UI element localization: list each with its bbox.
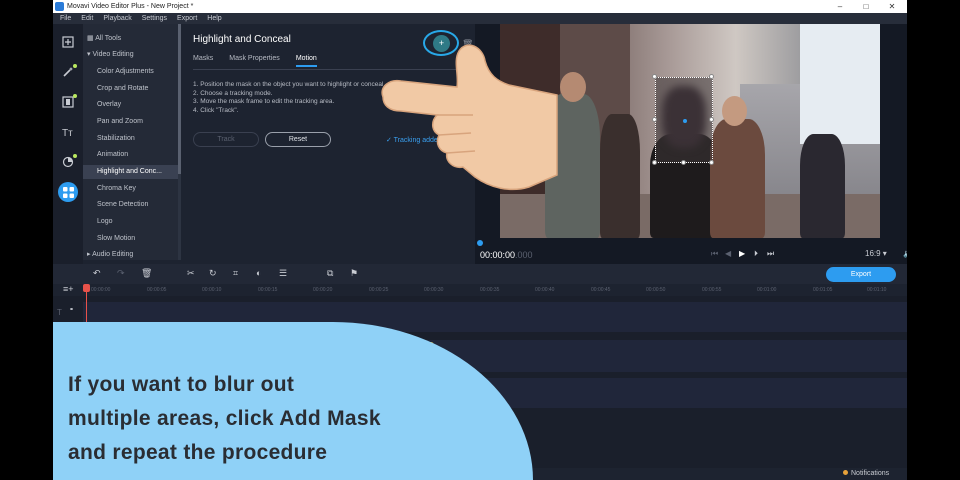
step-back-icon[interactable]: ◀ (725, 249, 731, 258)
player-controls: 00:00:00.000 ⏮ ◀ ▶ ⏵ ⏭ 16:9 ▾ 🔈 📷 ⋮ (475, 238, 907, 264)
mask-frame[interactable] (655, 77, 713, 163)
mask-resize-handle[interactable] (709, 74, 714, 79)
cut-icon[interactable]: ✂ (187, 268, 195, 279)
tool-item-logo[interactable]: Logo (83, 215, 179, 229)
video-editing-group[interactable]: ▾ Video Editing (83, 48, 179, 62)
window-title: Movavi Video Editor Plus - New Project * (67, 3, 194, 10)
play-icon[interactable]: ▶ (739, 249, 745, 258)
tab-masks[interactable]: Masks (193, 55, 213, 67)
grid-icon: ▦ (87, 35, 96, 42)
menu-playback[interactable]: Playback (103, 15, 131, 22)
import-icon[interactable] (58, 32, 78, 52)
text-track-icon: T (57, 308, 62, 317)
maximize-button[interactable]: □ (856, 0, 876, 13)
tool-strip: Tт (53, 24, 83, 264)
skip-start-icon[interactable]: ⏮ (711, 249, 718, 259)
mask-resize-handle[interactable] (709, 117, 714, 122)
mask-resize-handle[interactable] (652, 117, 657, 122)
menu-edit[interactable]: Edit (81, 15, 93, 22)
undo-icon[interactable]: ↶ (93, 268, 101, 279)
panel-tabs: Masks Mask Properties Motion (193, 55, 317, 67)
step-2: 2. Choose a tracking mode. (193, 89, 273, 97)
stickers-icon[interactable] (58, 152, 78, 172)
new-badge-icon (73, 64, 77, 68)
volume-icon[interactable]: 🔈 (903, 249, 907, 258)
tool-item-animation[interactable]: Animation (83, 148, 179, 162)
link-icon[interactable]: ⚭ (69, 306, 74, 313)
menu-export[interactable]: Export (177, 15, 197, 22)
caption-line: If you want to blur out (68, 373, 295, 396)
tools-scrollbar[interactable] (178, 24, 181, 260)
add-track-icon[interactable]: ≡+ (63, 284, 74, 294)
tool-item-highlight-and-conceal[interactable]: Highlight and Conc... (83, 165, 179, 179)
svg-text:Tт: Tт (62, 128, 73, 138)
app-logo-icon (55, 2, 64, 11)
tool-item-slow-motion[interactable]: Slow Motion (83, 232, 179, 246)
rotate-icon[interactable]: ↻ (209, 268, 217, 279)
tool-item-pan-and-zoom[interactable]: Pan and Zoom (83, 115, 179, 129)
aspect-ratio-select[interactable]: 16:9 ▾ (865, 249, 887, 258)
reset-button[interactable]: Reset (265, 132, 331, 147)
tool-item-color-adjustments[interactable]: Color Adjustments (83, 65, 179, 79)
clip-properties-icon[interactable]: ☰ (279, 268, 287, 279)
tool-item-crop-and-rotate[interactable]: Crop and Rotate (83, 82, 179, 96)
tools-list: ▦ All Tools ▾ Video Editing Color Adjust… (83, 24, 181, 260)
step-3: 3. Move the mask frame to edit the track… (193, 98, 335, 106)
titles-icon[interactable]: Tт (58, 122, 78, 142)
more-tools-icon[interactable] (58, 182, 78, 202)
caption-line: multiple areas, click Add Mask (68, 407, 381, 430)
redo-icon[interactable]: ↷ (117, 268, 125, 279)
notifications-button[interactable]: Notifications (843, 468, 889, 480)
instructions: 1. Position the mask on the object you w… (193, 81, 385, 115)
menu-bar: File Edit Playback Settings Export Help (53, 13, 907, 24)
panel-title: Highlight and Conceal (193, 34, 291, 45)
timeline-toolbar: ↶ ↷ 🗑 ✂ ↻ ⌗ ◐ ☰ ⧉ ⚑ (53, 264, 907, 284)
tool-item-stabilization[interactable]: Stabilization (83, 132, 179, 146)
crop-icon[interactable]: ⌗ (233, 268, 238, 279)
playhead[interactable] (86, 284, 87, 326)
mask-resize-handle[interactable] (652, 160, 657, 165)
tutorial-caption: If you want to blur out multiple areas, … (68, 368, 381, 470)
color-icon[interactable]: ◐ (256, 268, 261, 278)
all-tools-item[interactable]: ▦ All Tools (83, 32, 179, 46)
step-4: 4. Click "Track". (193, 106, 239, 114)
tab-motion[interactable]: Motion (295, 55, 317, 67)
caption-line: and repeat the procedure (68, 441, 328, 464)
pointing-hand-icon (381, 44, 558, 191)
tool-item-scene-detection[interactable]: Scene Detection (83, 198, 179, 212)
export-button[interactable]: Export (826, 267, 896, 282)
blurred-region (662, 86, 706, 148)
track-button[interactable]: Track (193, 132, 259, 147)
delete-icon[interactable]: 🗑 (141, 268, 152, 279)
close-button[interactable]: ✕ (882, 0, 902, 13)
menu-help[interactable]: Help (207, 15, 221, 22)
menu-settings[interactable]: Settings (142, 15, 167, 22)
notification-dot-icon (843, 470, 848, 475)
timeline-ruler: ≡+ 00:00:00 00:00:05 00:00:10 00:00:15 0… (53, 284, 907, 296)
new-badge-icon (73, 94, 77, 98)
transitions-icon[interactable] (58, 92, 78, 112)
menu-file[interactable]: File (60, 15, 71, 22)
mask-resize-handle[interactable] (681, 160, 686, 165)
marker-icon[interactable]: ⚑ (350, 268, 358, 279)
step-1: 1. Position the mask on the object you w… (193, 81, 386, 88)
timecode: 00:00:00.000 (480, 250, 533, 260)
mask-center-handle[interactable] (683, 119, 687, 123)
audio-editing-group[interactable]: ▸ Audio Editing (83, 248, 179, 262)
minimize-button[interactable]: – (830, 0, 850, 13)
tool-item-overlay[interactable]: Overlay (83, 98, 179, 112)
title-bar: Movavi Video Editor Plus - New Project *… (53, 0, 907, 13)
mask-resize-handle[interactable] (709, 160, 714, 165)
overlay-icon[interactable]: ⧉ (327, 268, 333, 279)
magic-wand-icon[interactable] (58, 62, 78, 82)
tab-mask-properties[interactable]: Mask Properties (229, 55, 280, 67)
mask-resize-handle[interactable] (652, 74, 657, 79)
tool-item-chroma-key[interactable]: Chroma Key (83, 182, 179, 196)
skip-end-icon[interactable]: ⏭ (767, 249, 774, 259)
step-forward-icon[interactable]: ⏵ (754, 249, 758, 259)
new-badge-icon (73, 154, 77, 158)
